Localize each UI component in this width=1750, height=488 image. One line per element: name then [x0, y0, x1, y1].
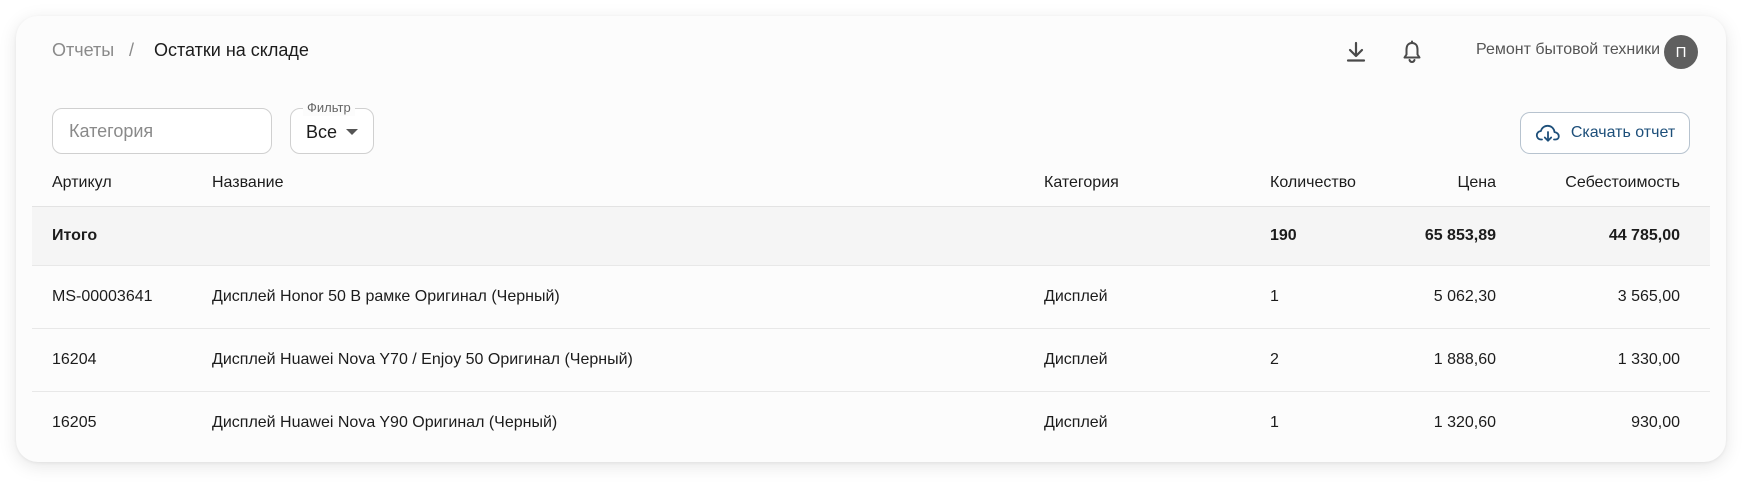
total-cost: 44 785,00	[1608, 227, 1680, 244]
row-name: Дисплей Honor 50 В рамке Оригинал (Черны…	[212, 288, 560, 305]
column-header-sku[interactable]: Артикул	[52, 174, 112, 192]
filters-bar: Фильтр Все Скачать отчет	[16, 88, 1726, 160]
breadcrumb-separator: /	[129, 40, 135, 60]
stock-table: Артикул Название Категория Количество Це…	[32, 160, 1710, 454]
total-quantity: 190	[1270, 227, 1297, 244]
download-report-label: Скачать отчет	[1570, 124, 1676, 141]
download-report-button[interactable]: Скачать отчет	[1520, 112, 1690, 154]
table-row[interactable]: 16204 Дисплей Huawei Nova Y70 / Enjoy 50…	[32, 329, 1710, 392]
download-icon	[1346, 41, 1366, 62]
filter-label: Фильтр	[303, 100, 355, 116]
filter-selected-value: Все	[306, 122, 338, 142]
row-category: Дисплей	[1044, 414, 1108, 431]
top-bar: Отчеты / Остатки на складе Ремонт бытово…	[16, 16, 1726, 88]
category-search-input[interactable]	[52, 108, 272, 154]
column-header-price[interactable]: Цена	[1458, 174, 1496, 192]
row-cost: 3 565,00	[1617, 288, 1680, 305]
row-price: 1 888,60	[1433, 351, 1496, 368]
user-avatar[interactable]: П	[1664, 35, 1698, 69]
column-header-cost[interactable]: Себестоимость	[1565, 174, 1680, 192]
column-header-name[interactable]: Название	[212, 174, 284, 192]
total-label: Итого	[52, 227, 98, 244]
caret-down-icon	[346, 129, 358, 135]
download-button[interactable]	[1338, 34, 1374, 70]
row-cost: 930,00	[1631, 414, 1680, 431]
total-row: Итого 190 65 853,89 44 785,00	[32, 207, 1710, 266]
column-header-quantity[interactable]: Количество	[1270, 174, 1356, 192]
notifications-button[interactable]	[1394, 34, 1430, 70]
row-name: Дисплей Huawei Nova Y90 Оригинал (Черный…	[212, 414, 558, 431]
row-name: Дисплей Huawei Nova Y70 / Enjoy 50 Ориги…	[212, 351, 633, 368]
row-sku: 16204	[52, 351, 97, 368]
row-category: Дисплей	[1044, 288, 1108, 305]
column-header-category[interactable]: Категория	[1044, 174, 1119, 192]
row-cost: 1 330,00	[1617, 351, 1680, 368]
row-price: 1 320,60	[1433, 414, 1496, 431]
row-category: Дисплей	[1044, 351, 1108, 368]
row-quantity: 1	[1270, 288, 1279, 305]
bell-icon	[1403, 40, 1421, 64]
report-card: Отчеты / Остатки на складе Ремонт бытово…	[16, 16, 1726, 462]
row-sku: MS-00003641	[52, 288, 153, 305]
row-quantity: 1	[1270, 414, 1279, 431]
filter-select[interactable]: Фильтр Все	[290, 100, 374, 154]
page-title: Остатки на складе	[154, 40, 309, 60]
cloud-download-icon	[1535, 124, 1560, 142]
row-quantity: 2	[1270, 351, 1279, 368]
table-row[interactable]: 16205 Дисплей Huawei Nova Y90 Оригинал (…	[32, 392, 1710, 454]
company-name: Ремонт бытовой техники	[1476, 41, 1661, 58]
row-sku: 16205	[52, 414, 97, 431]
table-row[interactable]: MS-00003641 Дисплей Honor 50 В рамке Ори…	[32, 266, 1710, 329]
breadcrumb-reports-link[interactable]: Отчеты	[52, 40, 114, 61]
table-header-row: Артикул Название Категория Количество Це…	[32, 160, 1710, 207]
row-price: 5 062,30	[1433, 288, 1496, 305]
total-price: 65 853,89	[1424, 227, 1496, 244]
